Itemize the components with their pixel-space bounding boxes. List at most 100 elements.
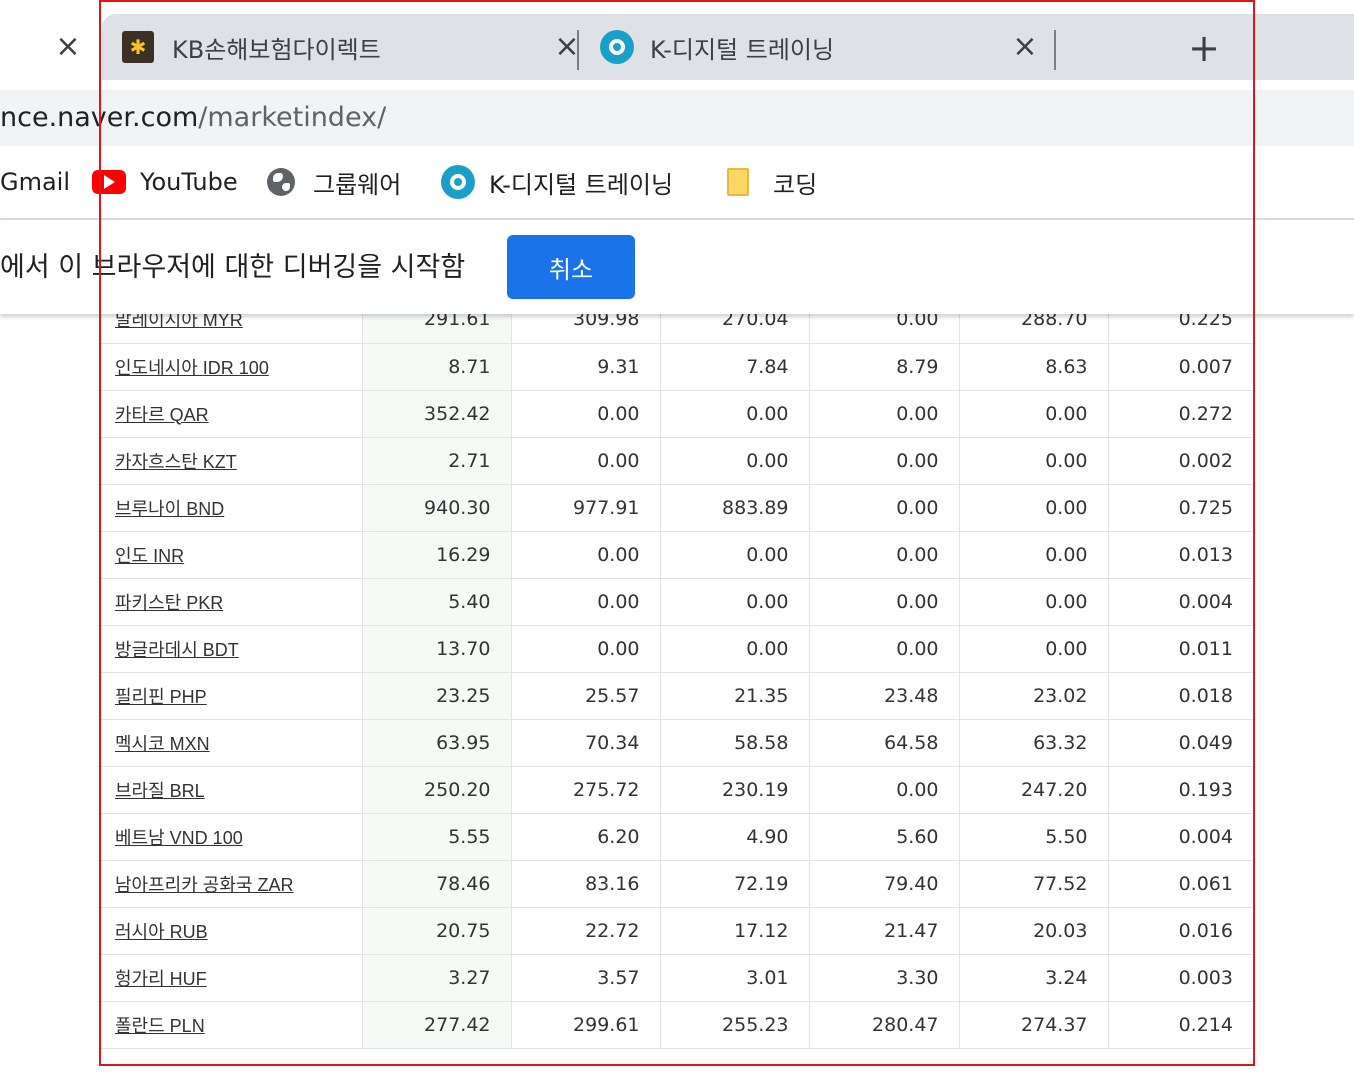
table-row: 남아프리카 공화국 ZAR 78.46 83.16 72.19 79.40 77.52 0.… (101, 860, 1253, 908)
rate-cell: 63.95 (361, 719, 511, 767)
globe-icon (267, 168, 295, 196)
currency-link[interactable]: 카자흐스탄 KZT (115, 452, 237, 472)
table-row: 브라질 BRL 250.20 275.72 230.19 0.00 247.20 0.193 (101, 766, 1253, 814)
rate-cell: 0.00 (808, 484, 959, 532)
bookmark-youtube[interactable]: YouTube (92, 162, 238, 202)
rate-cell: 0.00 (510, 437, 660, 485)
currency-link[interactable]: 남아프리카 공화국 ZAR (115, 875, 293, 895)
kb-logo-icon: ✱ (122, 31, 154, 63)
currency-link[interactable]: 파키스탄 PKR (115, 593, 223, 613)
currency-link[interactable]: 브루나이 BND (115, 499, 224, 519)
currency-name-cell: 필리핀 PHP (101, 672, 362, 720)
bookmark-gmail[interactable]: Gmail (0, 162, 70, 202)
rate-cell: 250.20 (361, 766, 511, 814)
rate-cell: 0.193 (1107, 766, 1253, 814)
address-bar[interactable]: nce.naver.com/marketindex/ (0, 90, 1354, 146)
bookmark-k-digital[interactable]: K-디지털 트레이닝 (441, 162, 673, 202)
currency-link[interactable]: 필리핀 PHP (115, 687, 207, 707)
currency-name-cell: 헝가리 HUF (101, 954, 362, 1002)
url-path: /marketindex/ (198, 102, 387, 133)
rate-cell: 0.011 (1107, 625, 1253, 673)
rate-cell: 20.75 (361, 907, 511, 955)
bookmark-folder-coding[interactable]: 코딩 (727, 162, 817, 202)
rate-cell: 3.01 (659, 954, 809, 1002)
rate-cell: 9.31 (510, 343, 660, 391)
rate-cell: 0.00 (659, 625, 809, 673)
rate-cell: 72.19 (659, 860, 809, 908)
rate-cell: 883.89 (659, 484, 809, 532)
bookmarks-bar: Gmail YouTube 그룹웨어 K-디지털 트레이닝 코딩 (0, 146, 1354, 220)
bookmark-label: YouTube (140, 168, 238, 196)
currency-name-cell: 방글라데시 BDT (101, 625, 362, 673)
new-tab-button[interactable]: + (1184, 28, 1224, 68)
close-icon[interactable]: × (46, 30, 90, 64)
rate-cell: 8.71 (361, 343, 511, 391)
currency-link[interactable]: 멕시코 MXN (115, 734, 210, 754)
currency-name-cell: 멕시코 MXN (101, 719, 362, 767)
rate-cell: 0.00 (958, 531, 1108, 579)
cancel-button[interactable]: 취소 (507, 235, 635, 299)
rate-cell: 8.79 (808, 343, 959, 391)
currency-link[interactable]: 카타르 QAR (115, 405, 209, 425)
rate-cell: 0.00 (808, 625, 959, 673)
rate-cell: 0.00 (659, 390, 809, 438)
currency-link[interactable]: 인도 INR (115, 546, 184, 566)
table-row: 브루나이 BND 940.30 977.91 883.89 0.00 0.00 0.725 (101, 484, 1253, 532)
rate-cell: 0.00 (808, 437, 959, 485)
rate-cell: 23.48 (808, 672, 959, 720)
rate-cell: 0.004 (1107, 813, 1253, 861)
currency-name-cell: 브루나이 BND (101, 484, 362, 532)
rate-cell: 63.32 (958, 719, 1108, 767)
rate-cell: 247.20 (958, 766, 1108, 814)
rate-cell: 21.47 (808, 907, 959, 955)
rate-cell: 25.57 (510, 672, 660, 720)
rate-cell: 255.23 (659, 1001, 809, 1049)
tab-k-digital[interactable]: K-디지털 트레이닝 × (600, 14, 1058, 80)
tab-kb-insurance[interactable]: ✱ KB손해보험다이렉트 × (122, 14, 582, 80)
currency-link[interactable]: 인도네시아 IDR 100 (115, 358, 269, 378)
close-icon[interactable]: × (1008, 30, 1042, 64)
currency-link[interactable]: 방글라데시 BDT (115, 640, 239, 660)
rate-cell: 0.00 (510, 625, 660, 673)
currency-link[interactable]: 베트남 VND 100 (115, 828, 243, 848)
bookmark-groupware[interactable]: 그룹웨어 (267, 162, 401, 202)
rate-cell: 5.60 (808, 813, 959, 861)
currency-link[interactable]: 러시아 RUB (115, 922, 208, 942)
table-row: 멕시코 MXN 63.95 70.34 58.58 64.58 63.32 0.049 (101, 719, 1253, 767)
rate-cell: 5.40 (361, 578, 511, 626)
rate-cell: 0.00 (808, 578, 959, 626)
rate-cell: 0.272 (1107, 390, 1253, 438)
rate-cell: 0.00 (510, 531, 660, 579)
currency-name-cell: 인도네시아 IDR 100 (101, 343, 362, 391)
tab-row: ✱ KB손해보험다이렉트 × K-디지털 트레이닝 × + (102, 14, 1354, 80)
rate-cell: 5.55 (361, 813, 511, 861)
tab-title: KB손해보험다이렉트 (172, 35, 381, 64)
table-row: 러시아 RUB 20.75 22.72 17.12 21.47 20.03 0.016 (101, 907, 1253, 955)
rate-cell: 3.27 (361, 954, 511, 1002)
rate-cell: 280.47 (808, 1001, 959, 1049)
currency-link[interactable]: 브라질 BRL (115, 781, 205, 801)
url-text[interactable]: nce.naver.com/marketindex/ (0, 100, 386, 136)
rate-cell: 83.16 (510, 860, 660, 908)
url-host: nce.naver.com (0, 102, 199, 133)
tab-title: K-디지털 트레이닝 (650, 35, 835, 64)
folder-icon (727, 168, 749, 196)
rate-cell: 3.30 (808, 954, 959, 1002)
currency-name-cell: 파키스탄 PKR (101, 578, 362, 626)
currency-name-cell: 카타르 QAR (101, 390, 362, 438)
rate-cell: 79.40 (808, 860, 959, 908)
table-row: 카자흐스탄 KZT 2.71 0.00 0.00 0.00 0.00 0.002 (101, 437, 1253, 485)
rate-cell: 21.35 (659, 672, 809, 720)
rate-cell: 0.049 (1107, 719, 1253, 767)
currency-link[interactable]: 헝가리 HUF (115, 969, 207, 989)
rate-cell: 78.46 (361, 860, 511, 908)
debug-message: 에서 이 브라우저에 대한 디버깅을 시작함 (0, 252, 466, 283)
rate-cell: 17.12 (659, 907, 809, 955)
rate-cell: 0.00 (510, 578, 660, 626)
rate-cell: 16.29 (361, 531, 511, 579)
table-row: 파키스탄 PKR 5.40 0.00 0.00 0.00 0.00 0.004 (101, 578, 1253, 626)
exchange-rate-table-container: 말레이시아 MYR 291.61 309.98 270.04 0.00 288.70 0.2… (101, 296, 1253, 1064)
rate-cell: 64.58 (808, 719, 959, 767)
currency-link[interactable]: 폴란드 PLN (115, 1016, 205, 1036)
bookmark-label: Gmail (0, 168, 71, 196)
